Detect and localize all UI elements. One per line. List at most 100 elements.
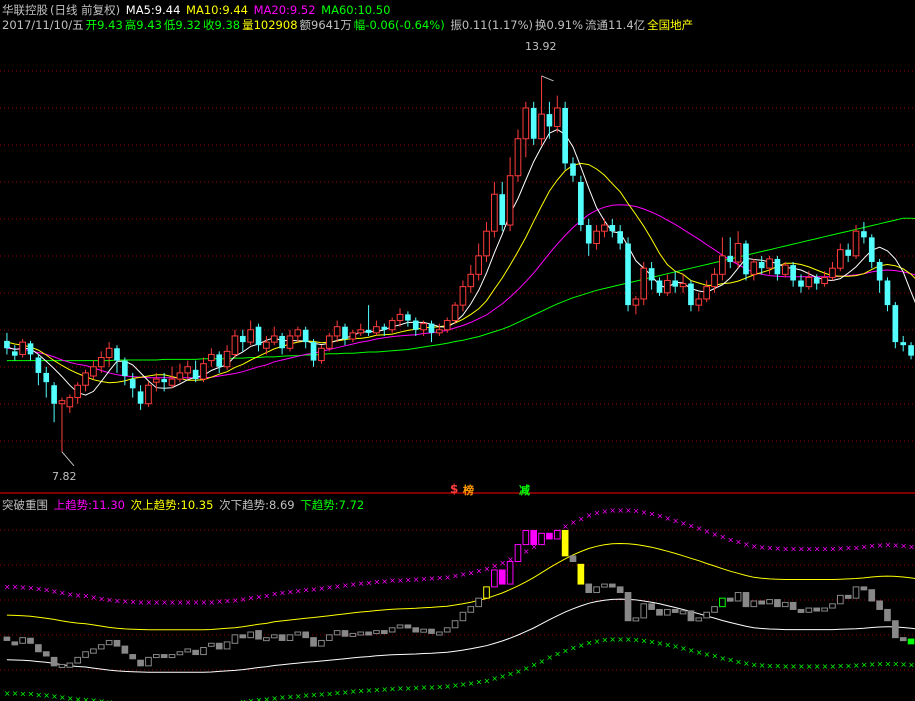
quote-turnover: 换0.91% xyxy=(535,18,584,32)
indicator-name[interactable]: 突破重围 xyxy=(2,498,48,512)
indicator-bar xyxy=(742,592,750,608)
ma5-value: 9.44 xyxy=(154,3,181,17)
quote-high: 高9.43 xyxy=(124,18,162,32)
quote-sector[interactable]: 全国地产 xyxy=(647,18,693,32)
indicator-bar xyxy=(223,641,231,650)
up-trend-mark: × xyxy=(185,598,192,607)
up-trend-mark: × xyxy=(248,594,255,603)
indicator-bar xyxy=(577,563,585,585)
down-trend-mark: × xyxy=(507,670,514,679)
candle-down xyxy=(216,354,223,367)
candle-up xyxy=(829,267,836,278)
up-trend-mark: × xyxy=(586,511,593,520)
down-trend-mark: × xyxy=(263,695,270,701)
candle-down xyxy=(774,258,781,275)
candle-down xyxy=(790,265,796,281)
indicator-bar xyxy=(74,656,82,664)
candle-down xyxy=(758,262,765,269)
down-trend-mark: × xyxy=(428,683,435,692)
indicator-bar xyxy=(50,656,58,667)
ma60-value: 10.50 xyxy=(357,3,391,17)
event-marker-list[interactable]: 榜 xyxy=(463,482,474,498)
indicator-bar xyxy=(90,648,97,654)
down-trend-mark: × xyxy=(499,672,506,681)
up-trend-mark: × xyxy=(342,581,349,590)
up-trend-mark: × xyxy=(743,540,750,549)
candle-down xyxy=(530,107,537,139)
up-trend-mark: × xyxy=(594,509,601,518)
up-trend-mark: × xyxy=(4,582,11,591)
indicator-bar xyxy=(852,586,860,599)
candle-down xyxy=(727,255,734,262)
down-trend-mark: × xyxy=(735,657,742,666)
down-trend-mark: × xyxy=(822,662,829,671)
down-trend-mark: × xyxy=(75,695,82,701)
indicator-bar xyxy=(145,656,152,667)
indicator-bar xyxy=(467,606,475,613)
indicator-bar xyxy=(750,600,758,608)
quote-close: 收9.38 xyxy=(203,18,241,32)
indicator-bar xyxy=(349,632,357,637)
event-marker-reduce[interactable]: 减 xyxy=(519,482,530,498)
down-trend-mark: × xyxy=(405,684,412,693)
stock-name[interactable]: 华联控股 xyxy=(2,3,48,17)
indicator-bar xyxy=(813,607,821,612)
indicator-bar xyxy=(247,631,254,639)
up-trend-mark: × xyxy=(20,583,27,592)
down-trend-mark: × xyxy=(759,661,766,670)
ma10-value: 9.44 xyxy=(222,3,248,17)
down-trend-mark: × xyxy=(295,692,302,701)
up-trend-mark: × xyxy=(436,574,443,583)
up-trend-mark: × xyxy=(208,598,215,607)
down-trend-mark: × xyxy=(586,638,593,647)
down-trend-mark: × xyxy=(696,648,703,657)
candle-up xyxy=(325,335,333,349)
price-chart[interactable]: ××××××××××××××××××××××××× × × × × × × × × × × × × × × ×… xyxy=(0,0,915,701)
up-trend-mark: × xyxy=(759,543,766,552)
indicator-bar xyxy=(451,620,459,629)
up-trend-mark: × xyxy=(224,597,231,606)
indicator-bar xyxy=(805,607,813,613)
up2-trend-value: 10.35 xyxy=(180,498,214,512)
up-trend-mark: × xyxy=(884,541,891,550)
down-trend-mark: × xyxy=(554,650,561,659)
candle-up xyxy=(270,335,278,343)
down-trend-mark: × xyxy=(719,654,726,663)
candle-up xyxy=(396,313,404,322)
up-trend-mark: × xyxy=(28,584,35,593)
indicator-bar xyxy=(530,529,538,546)
up-trend-mark: × xyxy=(240,595,247,604)
candle-down xyxy=(310,342,317,361)
candle-up xyxy=(750,261,758,275)
up-trend-mark: × xyxy=(892,541,899,550)
down-trend-mark: × xyxy=(83,695,90,701)
down-trend-mark: × xyxy=(900,660,907,669)
candle-up xyxy=(90,366,97,377)
down-trend-mark: × xyxy=(712,652,719,661)
candle-down xyxy=(302,329,309,343)
event-marker-dollar[interactable]: $ xyxy=(450,482,458,496)
up-trend-mark: × xyxy=(484,565,491,574)
down-trend-mark: × xyxy=(381,685,388,694)
down-trend-mark: × xyxy=(279,693,286,701)
up-trend-mark: × xyxy=(169,598,176,607)
indicator-bar xyxy=(522,529,530,546)
indicator-bar xyxy=(200,647,207,656)
candle-down xyxy=(884,280,891,306)
indicator-bar xyxy=(168,654,176,659)
down-trend-mark: × xyxy=(515,667,522,676)
candle-up xyxy=(538,113,545,140)
up-trend-mark: × xyxy=(822,544,829,553)
candle-down xyxy=(27,343,34,355)
candle-down xyxy=(688,283,694,306)
indicator-bar xyxy=(97,644,105,650)
candle-up xyxy=(483,230,490,257)
down-trend-mark: × xyxy=(4,689,11,698)
indicator-bar xyxy=(632,617,640,622)
down-trend-mark: × xyxy=(311,691,318,700)
candle-up xyxy=(781,264,789,275)
indicator-bar xyxy=(514,544,522,563)
down-trend-mark: × xyxy=(837,662,844,671)
up-trend-mark: × xyxy=(83,592,90,601)
up-trend-mark: × xyxy=(444,573,451,582)
